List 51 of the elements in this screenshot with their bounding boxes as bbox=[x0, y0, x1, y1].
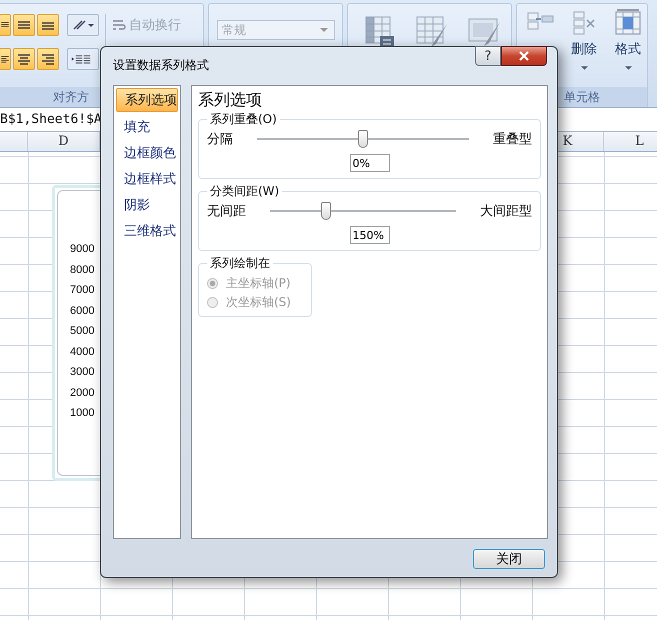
close-dialog-button[interactable]: 关闭 bbox=[473, 549, 545, 569]
axis-label: 6000 bbox=[70, 304, 94, 318]
caret-icon bbox=[624, 66, 632, 70]
wrap-text-icon bbox=[112, 18, 126, 32]
axis-label: 4000 bbox=[70, 344, 94, 360]
align-middle-icon bbox=[16, 19, 32, 31]
slider-thumb[interactable] bbox=[320, 202, 331, 220]
align-button[interactable] bbox=[0, 48, 11, 70]
slider-thumb[interactable] bbox=[358, 130, 368, 148]
format-button[interactable]: 格式 bbox=[611, 8, 645, 87]
close-icon bbox=[518, 51, 530, 61]
dialog-title: 设置数据系列格式 bbox=[113, 57, 210, 74]
caret-icon bbox=[320, 28, 328, 32]
slanted-text-icon bbox=[71, 19, 95, 31]
column-header[interactable]: L bbox=[604, 132, 657, 151]
slider-label: 无间距 bbox=[207, 203, 246, 220]
axis-label: 2000 bbox=[70, 386, 94, 400]
align-button[interactable] bbox=[37, 14, 59, 36]
value-field[interactable]: 150% bbox=[350, 226, 390, 244]
axis-label: 8000 bbox=[70, 262, 94, 278]
delete-button[interactable]: 删除 bbox=[567, 8, 601, 87]
value-field[interactable]: 0% bbox=[350, 154, 390, 172]
align-button[interactable] bbox=[0, 14, 11, 36]
align-left-icon bbox=[0, 53, 10, 65]
category-item[interactable]: 边框颜色 bbox=[116, 142, 178, 164]
axis-label: 5000 bbox=[70, 324, 94, 339]
align-center-icon bbox=[16, 53, 32, 65]
slider-label: 大间距型 bbox=[480, 203, 532, 220]
indent-button[interactable] bbox=[67, 48, 99, 70]
align-button[interactable] bbox=[37, 48, 59, 70]
slider-label: 重叠型 bbox=[493, 131, 532, 148]
align-button[interactable] bbox=[13, 14, 35, 36]
align-right-icon bbox=[40, 53, 56, 65]
radio-label: 主坐标轴(P) bbox=[226, 275, 291, 292]
axis-label: 9000 bbox=[70, 242, 94, 257]
caret-icon bbox=[580, 66, 588, 70]
help-button[interactable]: ? bbox=[475, 46, 501, 66]
slider-label: 分隔 bbox=[207, 131, 233, 148]
axis-label: 3000 bbox=[70, 365, 94, 380]
group-title: 系列重叠(O) bbox=[209, 111, 278, 128]
align-button[interactable] bbox=[13, 48, 35, 70]
group-title: 分类间距(W) bbox=[209, 183, 280, 200]
axis-label: 1000 bbox=[70, 406, 94, 421]
axis-label: 7000 bbox=[70, 283, 94, 298]
group-title: 系列绘制在 bbox=[209, 255, 271, 272]
formula-text: B$1,Sheet6!$A bbox=[0, 112, 102, 127]
orientation-button[interactable] bbox=[67, 14, 99, 36]
category-item[interactable]: 填充 bbox=[116, 116, 178, 138]
radio-label: 次坐标轴(S) bbox=[226, 294, 291, 311]
close-button[interactable] bbox=[501, 46, 547, 66]
category-item[interactable]: 系列选项 bbox=[116, 88, 178, 112]
